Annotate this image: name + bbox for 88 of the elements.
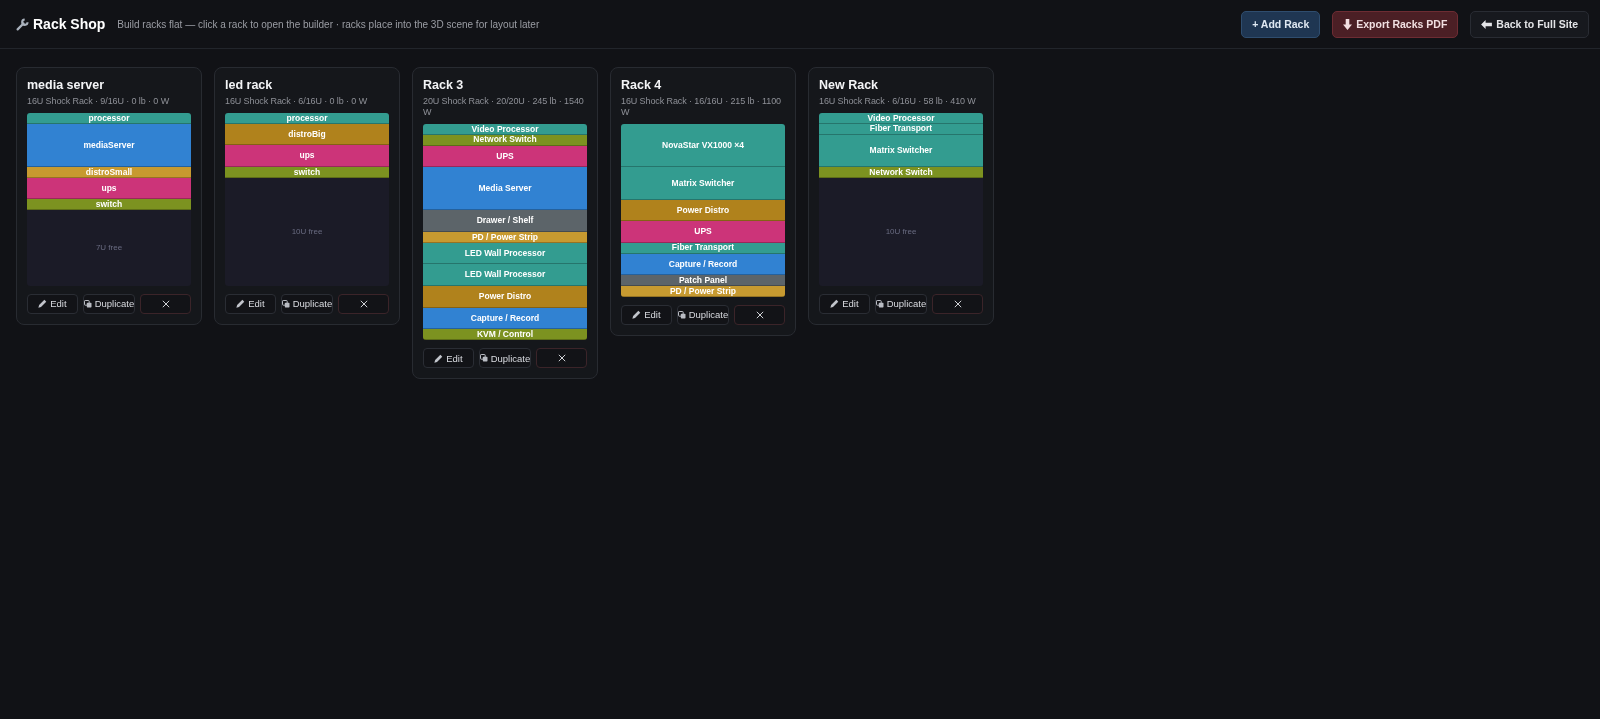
rack-device: Network Switch — [423, 134, 587, 146]
copy-icon — [875, 299, 884, 308]
free-space: 7U free — [27, 210, 191, 286]
rack-card[interactable]: Rack 4 16U Shock Rack · 16/16U · 215 lb · 1100 W NovaStar VX1000 ×4 Matrix Switcher Power Distro UPS Fiber Transport Capture / Record Patch Panel PD / Power Strip Edit Duplicate — [610, 67, 796, 336]
app-title: Rack Shop — [33, 16, 106, 32]
rack-device: switch — [225, 167, 389, 178]
rack-device: Drawer / Shelf — [423, 210, 587, 232]
add-rack-button[interactable]: + Add Rack — [1241, 10, 1321, 38]
rack-name: New Rack — [819, 77, 880, 93]
back-button[interactable]: Back to Full Site — [1470, 10, 1589, 38]
rack-device: KVM / Control — [423, 329, 587, 340]
rack-device: UPS — [423, 145, 587, 168]
duplicate-button[interactable]: Duplicate — [478, 348, 532, 368]
arrow-left-icon — [1481, 19, 1493, 29]
pencil-icon — [830, 299, 840, 309]
copy-icon — [83, 299, 92, 308]
pencil-icon — [434, 353, 444, 363]
rack-device: Fiber Transport — [819, 123, 983, 135]
rack-device: processor — [225, 113, 389, 124]
rack-device: distroSmall — [27, 167, 191, 178]
rack-summary: 16U Shock Rack · 6/16U · 58 lb · 410 W — [819, 96, 977, 107]
duplicate-button[interactable]: Duplicate — [676, 304, 730, 325]
pencil-icon — [236, 299, 246, 309]
free-space: 10U free — [225, 177, 389, 286]
free-space: 10U free — [819, 177, 983, 286]
remove-button[interactable] — [536, 348, 587, 368]
rack-device: mediaServer — [27, 123, 191, 167]
rack-device: NovaStar VX1000 ×4 — [621, 124, 785, 168]
close-icon — [953, 299, 962, 308]
rack-device: PD / Power Strip — [621, 285, 785, 297]
rack-device: ups — [225, 145, 389, 167]
pencil-icon — [38, 299, 48, 309]
copy-icon — [281, 299, 290, 308]
close-icon — [359, 299, 368, 308]
edit-button[interactable]: Edit — [621, 304, 672, 325]
rack-device: Power Distro — [423, 285, 587, 308]
pencil-icon — [632, 310, 642, 320]
rack-name: Rack 4 — [621, 77, 663, 93]
rack-device: Network Switch — [819, 167, 983, 178]
rack-name: Rack 3 — [423, 77, 465, 93]
rack-summary: 16U Shock Rack · 16/16U · 215 lb · 1100 W — [621, 96, 783, 118]
rack-device: Video Processor — [819, 113, 983, 124]
edit-button[interactable]: Edit — [225, 293, 276, 314]
rack-device: Capture / Record — [621, 253, 785, 276]
rack-device: LED Wall Processor — [423, 264, 587, 286]
rack-device: processor — [27, 113, 191, 124]
remove-button[interactable] — [338, 293, 389, 314]
duplicate-button[interactable]: Duplicate — [82, 293, 136, 314]
export-pdf-button[interactable]: Export Racks PDF — [1332, 10, 1459, 38]
app-subtitle: Build racks flat — click a rack to open the builder · racks place into the 3D scene for layout later — [117, 18, 540, 30]
rack-summary: 16U Shock Rack · 9/16U · 0 lb · 0 W — [27, 96, 171, 107]
rack-device: Patch Panel — [621, 275, 785, 286]
remove-button[interactable] — [140, 293, 191, 314]
rack-device: Matrix Switcher — [819, 134, 983, 167]
duplicate-button[interactable]: Duplicate — [874, 293, 928, 314]
rack-card[interactable]: media server 16U Shock Rack · 9/16U · 0 lb · 0 W processor mediaServer distroSmall ups switch 7U free Edit Duplicate — [16, 67, 202, 325]
rack-device: switch — [27, 199, 191, 211]
rack-device: Media Server — [423, 167, 587, 211]
wrench-icon — [16, 17, 29, 31]
remove-button[interactable] — [734, 304, 785, 325]
edit-button[interactable]: Edit — [27, 293, 78, 314]
rack-device: Matrix Switcher — [621, 167, 785, 200]
edit-button[interactable]: Edit — [819, 293, 870, 314]
rack-name: media server — [27, 77, 106, 93]
rack-card[interactable] — [412, 67, 598, 379]
rack-summary: 20U Shock Rack · 20/20U · 245 lb · 1540 W — [423, 96, 585, 118]
copy-icon — [479, 354, 488, 362]
duplicate-button[interactable]: Duplicate — [280, 293, 334, 314]
rack-device: Power Distro — [621, 199, 785, 222]
copy-icon — [677, 310, 686, 319]
rack-device: ups — [27, 177, 191, 200]
rack-card[interactable]: led rack 16U Shock Rack · 6/16U · 0 lb · 0 W processor distroBig ups switch 10U free Edit Duplicate — [214, 67, 400, 325]
rack-device: PD / Power Strip — [423, 231, 587, 243]
rack-device: Fiber Transport — [621, 242, 785, 254]
rack-device: LED Wall Processor — [423, 242, 587, 265]
remove-button[interactable] — [932, 293, 983, 314]
rack-device: Video Processor — [423, 124, 587, 135]
close-icon — [755, 310, 764, 319]
edit-button[interactable]: Edit — [423, 348, 474, 368]
rack-name: led rack — [225, 77, 274, 93]
rack-device: UPS — [621, 221, 785, 243]
close-icon — [557, 354, 566, 362]
rack-device: Capture / Record — [423, 307, 587, 330]
download-arrow-icon — [1343, 18, 1353, 30]
rack-summary: 16U Shock Rack · 6/16U · 0 lb · 0 W — [225, 96, 369, 107]
close-icon — [161, 299, 170, 308]
rack-card[interactable]: New Rack 16U Shock Rack · 6/16U · 58 lb · 410 W Video Processor Fiber Transport Matrix Switcher Network Switch 10U free Edit Duplicate — [808, 67, 994, 325]
rack-device: distroBig — [225, 123, 389, 146]
